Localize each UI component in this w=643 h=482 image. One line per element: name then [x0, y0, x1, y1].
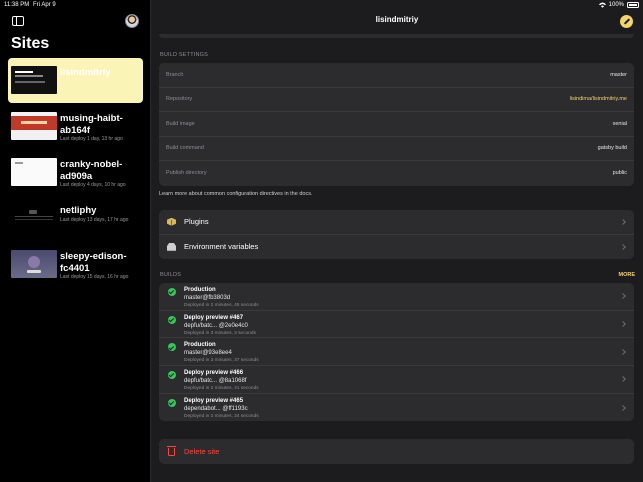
danger-card: Delete site: [159, 439, 634, 464]
site-detail: lisindmitriy BUILD SETTINGS Branch maste…: [151, 0, 643, 482]
site-name: cranky-nobel-ad909a: [60, 159, 123, 182]
status-time: 11:38 PM: [4, 2, 30, 8]
build-commit: dependabot... @ff1193c: [184, 405, 248, 412]
builds-label: BUILDS: [160, 272, 182, 278]
site-last-deploy: Last deploy 15 days, 16 hr ago: [60, 274, 129, 280]
chevron-right-icon: [620, 243, 626, 250]
setting-value: public: [612, 170, 627, 177]
build-settings-label: BUILD SETTINGS: [160, 52, 209, 58]
scrolled-card-edge: [159, 34, 634, 38]
docs-hint[interactable]: Learn more about common configuration di…: [159, 191, 312, 197]
setting-publish-directory: Publish directory public: [159, 161, 634, 186]
site-item-musing-haibt[interactable]: musing-haibt-ab164f Last deploy 1 day, 1…: [8, 104, 143, 149]
build-row[interactable]: Deploy preview #467 depfu/batc... @2e0e4…: [159, 311, 634, 339]
build-title: Production: [184, 287, 216, 293]
build-row[interactable]: Deploy preview #465 dependabot... @ff119…: [159, 394, 634, 422]
site-item-cranky-nobel[interactable]: cranky-nobel-ad909a Last deploy 4 days, …: [8, 150, 143, 195]
site-menu-card: Plugins Environment variables: [159, 210, 634, 259]
chevron-right-icon: [620, 376, 626, 383]
build-commit: depfu/batc... @8a1068f: [184, 378, 247, 385]
setting-value: gatsby build: [597, 145, 627, 152]
build-duration: Deployed in 2 minutes, 34 seconds: [184, 413, 259, 419]
setting-branch: Branch master: [159, 63, 634, 88]
trash-icon: [167, 445, 176, 456]
success-check-icon: [168, 371, 176, 380]
setting-key: Repository: [166, 96, 193, 103]
battery-icon: [627, 2, 639, 8]
builds-card: Production master@fb3803d Deployed in 2 …: [159, 283, 634, 422]
site-name: lisindmitriy: [60, 67, 111, 78]
build-commit: master@fb3803d: [184, 295, 231, 301]
sidebar: Sites lisindmitriy musing-haibt-ab164f L…: [0, 0, 151, 482]
build-title: Deploy preview #467: [184, 314, 244, 321]
setting-key: Branch: [166, 71, 184, 78]
site-name: netliphy: [60, 205, 97, 216]
sidebar-title: Sites: [11, 35, 50, 52]
site-list: lisindmitriy musing-haibt-ab164f Last de…: [8, 58, 143, 288]
status-date: Fri Apr 9: [33, 2, 56, 8]
plugins-label: Plugins: [184, 217, 209, 227]
setting-build-image: Build image xenial: [159, 112, 634, 137]
site-last-deploy: Last deploy 13 days, 17 hr ago: [60, 217, 129, 223]
wifi-icon: [598, 2, 606, 8]
success-check-icon: [168, 288, 176, 296]
chevron-right-icon: [620, 404, 626, 411]
site-thumbnail: [11, 112, 57, 140]
sidebar-toggle-icon[interactable]: [12, 16, 24, 26]
chevron-right-icon: [620, 348, 626, 355]
setting-repository: Repository lisindima/lisindmitriy.me: [159, 88, 634, 112]
repository-link[interactable]: lisindima/lisindmitriy.me: [570, 96, 627, 102]
success-check-icon: [168, 343, 176, 352]
build-title: Production: [184, 342, 216, 349]
setting-key: Publish directory: [166, 170, 207, 177]
site-name: sleepy-edison-fc4401: [60, 251, 127, 274]
avatar[interactable]: [125, 14, 139, 28]
site-item-sleepy-edison[interactable]: sleepy-edison-fc4401 Last deploy 15 days…: [8, 242, 143, 287]
tray-icon: [167, 242, 176, 251]
site-thumbnail: [11, 158, 57, 186]
build-title: Deploy preview #466: [184, 370, 244, 377]
environment-variables-row[interactable]: Environment variables: [159, 235, 634, 260]
more-builds-button[interactable]: MORE: [619, 272, 636, 278]
page-title: lisindmitriy: [375, 15, 419, 24]
chevron-right-icon: [620, 321, 626, 327]
compass-icon[interactable]: [620, 15, 633, 28]
setting-key: Build image: [166, 120, 195, 127]
setting-value: xenial: [612, 120, 627, 127]
setting-value: master: [610, 71, 627, 78]
build-row[interactable]: Deploy preview #466 depfu/batc... @8a106…: [159, 366, 634, 394]
plugins-row[interactable]: Plugins: [159, 210, 634, 235]
delete-site-button[interactable]: Delete site: [159, 439, 634, 464]
build-row[interactable]: Production master@fb3803d Deployed in 2 …: [159, 283, 634, 311]
status-right: 100%: [598, 2, 639, 8]
site-thumbnail: [11, 66, 57, 94]
status-bar: 11:38 PM Fri Apr 9 100%: [0, 0, 643, 12]
build-duration: Deployed in 2 minutes, 41 seconds: [184, 386, 259, 392]
battery-percent: 100%: [608, 2, 624, 8]
build-commit: depfu/batc... @2e0e4c0: [184, 322, 248, 329]
build-settings-card: Branch master Repository lisindima/lisin…: [159, 63, 634, 186]
setting-key: Build command: [166, 145, 204, 152]
build-duration: Deployed in 3 minutes, 3 seconds: [184, 330, 256, 336]
environment-variables-label: Environment variables: [184, 242, 259, 252]
success-check-icon: [168, 315, 176, 324]
site-item-netliphy[interactable]: netliphy Last deploy 13 days, 17 hr ago: [8, 196, 143, 241]
build-duration: Deployed in 2 minutes, 37 seconds: [184, 358, 259, 364]
success-check-icon: [168, 398, 176, 407]
site-thumbnail: [11, 250, 57, 278]
package-icon: [167, 217, 176, 226]
site-thumbnail: [11, 204, 57, 232]
setting-build-command: Build command gatsby build: [159, 137, 634, 161]
site-name: musing-haibt-ab164f: [60, 113, 123, 136]
build-commit: master@93e8ee4: [184, 350, 232, 357]
chevron-right-icon: [620, 293, 626, 300]
site-item-lisindmitriy[interactable]: lisindmitriy: [8, 58, 143, 103]
chevron-right-icon: [620, 218, 626, 225]
build-duration: Deployed in 2 minutes, 45 seconds: [184, 303, 259, 308]
build-row[interactable]: Production master@93e8ee4 Deployed in 2 …: [159, 338, 634, 367]
site-last-deploy: Last deploy 4 days, 10 hr ago: [60, 182, 126, 188]
build-title: Deploy preview #465: [184, 397, 244, 404]
site-last-deploy: Last deploy 1 day, 13 hr ago: [60, 136, 123, 142]
delete-site-label: Delete site: [184, 447, 220, 456]
